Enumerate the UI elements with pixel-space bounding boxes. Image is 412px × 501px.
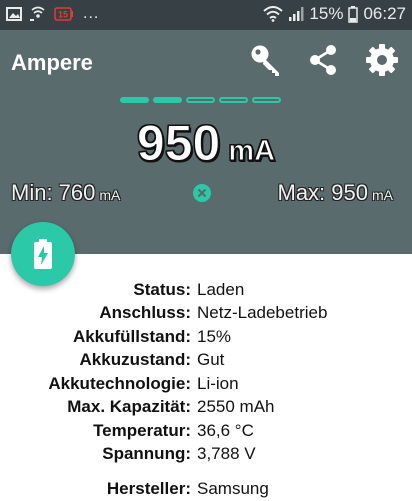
battery-info-list: Status: Laden Anschluss: Netz-Ladebetrie… (0, 278, 412, 501)
app-title: Ampere (11, 50, 93, 75)
info-key: Max. Kapazität: (67, 397, 191, 417)
status-bar-right: 15% 06:27 (263, 4, 406, 24)
info-key: Temperatur: (93, 420, 191, 440)
image-icon (6, 7, 22, 21)
page-dot[interactable] (153, 97, 182, 103)
info-value: 3,788 V (197, 444, 256, 464)
share-icon[interactable] (306, 43, 340, 77)
reset-close-icon[interactable] (193, 184, 211, 202)
info-key: Akkuzustand: (79, 350, 191, 370)
max-value: Max: 950 (277, 180, 369, 205)
info-value: Li-ion (197, 373, 239, 393)
info-row-voltage: Spannung: 3,788 V (0, 443, 412, 467)
status-bar: 15 ... 15% 06:27 (0, 0, 412, 30)
app-header: Ampere 950 mA Min: 760 mA Max: 950 mA (0, 30, 412, 254)
page-indicator (120, 97, 281, 103)
info-row-manufacturer: Hersteller: Samsung (0, 477, 412, 501)
info-row-health: Akkuzustand: Gut (0, 349, 412, 373)
info-key: Anschluss: (99, 303, 191, 323)
info-key: Spannung: (102, 444, 191, 464)
info-value: 2550 mAh (197, 397, 275, 417)
notification-overflow: ... (83, 5, 100, 22)
page-dot[interactable] (120, 97, 149, 103)
current-reading: 950 mA (0, 114, 412, 172)
info-value: 36,6 °C (197, 420, 254, 440)
svg-text:15: 15 (58, 10, 68, 20)
page-dot[interactable] (219, 97, 248, 103)
info-row-status: Status: Laden (0, 278, 412, 302)
info-value: Gut (197, 350, 225, 370)
battery-fab-button[interactable] (11, 222, 75, 286)
max-unit: mA (372, 187, 393, 203)
info-key: Hersteller: (106, 478, 191, 498)
battery-charging-icon (34, 239, 52, 269)
key-icon[interactable] (249, 43, 283, 77)
wifi-calling-icon (30, 6, 45, 21)
page-dot[interactable] (186, 97, 215, 103)
min-reading: Min: 760 mA (11, 180, 120, 206)
info-row-temperature: Temperatur: 36,6 °C (0, 419, 412, 443)
info-row-capacity: Max. Kapazität: 2550 mAh (0, 396, 412, 420)
battery-percent: 15% (309, 4, 344, 23)
max-reading: Max: 950 mA (278, 180, 394, 206)
current-value: 950 (136, 115, 221, 172)
page-dot[interactable] (252, 97, 281, 103)
info-key: Status: (133, 279, 191, 299)
signal-icon (289, 7, 304, 21)
info-value: Laden (197, 279, 245, 299)
battery-warning-icon: 15 (54, 7, 73, 21)
clock: 06:27 (363, 4, 406, 23)
info-key: Akkutechnologie: (48, 373, 191, 393)
current-unit: mA (228, 135, 276, 168)
info-value: Samsung (197, 478, 269, 498)
settings-gear-icon[interactable] (365, 43, 399, 77)
status-bar-left: 15 ... (6, 5, 99, 23)
info-row-technology: Akkutechnologie: Li-ion (0, 372, 412, 396)
wifi-icon (263, 6, 284, 22)
info-key: Akkufüllstand: (72, 326, 191, 346)
min-unit: mA (99, 187, 121, 203)
battery-icon (348, 5, 359, 23)
info-value: 15% (197, 326, 232, 346)
info-row-connection: Anschluss: Netz-Ladebetrieb (0, 302, 412, 326)
info-value: Netz-Ladebetrieb (197, 303, 328, 323)
min-value: Min: 760 (11, 180, 96, 205)
info-row-level: Akkufüllstand: 15% (0, 325, 412, 349)
